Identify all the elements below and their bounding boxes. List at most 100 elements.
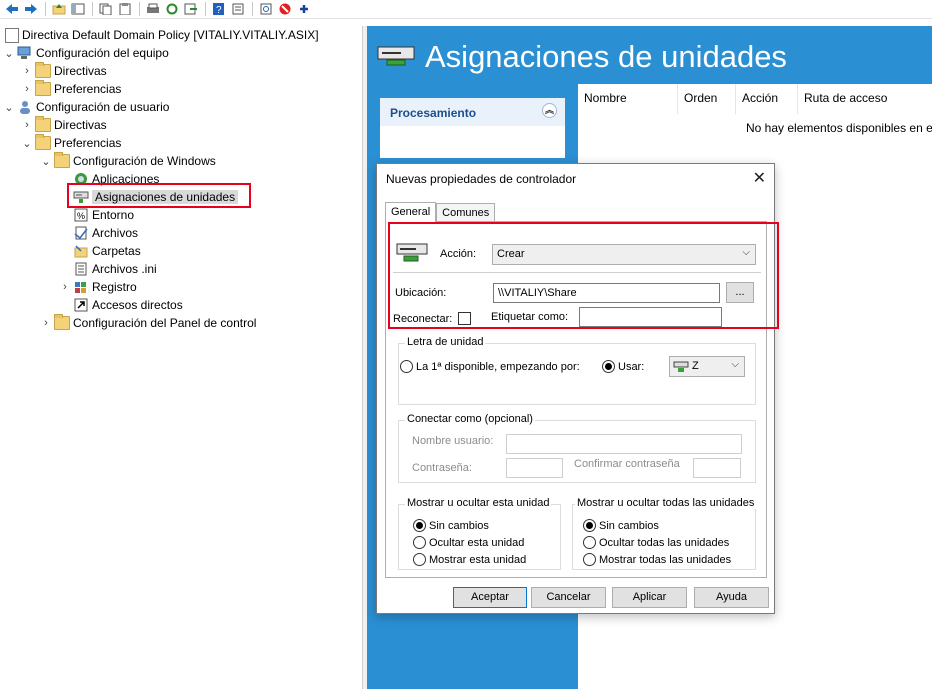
chevron-right-icon[interactable]: › <box>21 83 33 95</box>
registry-icon <box>73 280 89 294</box>
processing-header[interactable]: Procesamiento ︽ <box>380 98 565 126</box>
refresh-icon[interactable] <box>163 2 180 17</box>
hide-all-radio[interactable]: Ocultar todas las unidades <box>583 536 729 549</box>
show-drive-radio[interactable]: Mostrar esta unidad <box>413 553 526 566</box>
tree-item-computer-preferences[interactable]: › Preferencias <box>21 80 121 98</box>
forward-arrow-icon[interactable] <box>22 2 39 17</box>
ok-button[interactable]: Aceptar <box>453 587 527 608</box>
no-change-radio[interactable]: Sin cambios <box>413 519 489 532</box>
apply-button[interactable]: Aplicar <box>612 587 687 608</box>
title-banner: Asignaciones de unidades <box>367 26 932 84</box>
drive-letter-group: Letra de unidad La 1ª disponible, empeza… <box>398 336 756 405</box>
processing-label: Procesamiento <box>390 106 477 120</box>
close-icon[interactable]: ✕ <box>753 168 766 188</box>
radio-icon <box>583 536 596 549</box>
hide-all-label: Ocultar todas las unidades <box>599 536 730 549</box>
tree-item-user-policies[interactable]: › Directivas <box>21 116 107 134</box>
tree-item-label: Configuración del equipo <box>36 46 169 60</box>
chevron-right-icon[interactable]: › <box>21 119 33 131</box>
export-icon[interactable] <box>182 2 199 17</box>
chevron-down-icon[interactable]: ⌄ <box>3 47 15 60</box>
help-icon[interactable]: ? <box>210 2 227 17</box>
tab-common[interactable]: Comunes <box>436 203 496 221</box>
first-available-radio[interactable]: La 1ª disponible, empezando por: <box>400 360 580 373</box>
control-panel-folder-icon <box>54 314 70 330</box>
up-folder-icon[interactable] <box>50 2 67 17</box>
chevron-right-icon[interactable]: › <box>59 281 71 293</box>
hide-show-all-group: Mostrar u ocultar todas las unidades Sin… <box>572 497 757 570</box>
collapse-icon[interactable]: ︽ <box>542 103 557 118</box>
paste-icon[interactable] <box>116 2 133 17</box>
chevron-right-icon[interactable]: › <box>21 65 33 77</box>
chevron-right-icon[interactable]: › <box>40 317 52 329</box>
connect-as-group-title: Conectar como (opcional) <box>405 413 535 425</box>
use-radio[interactable]: Usar: <box>602 360 644 373</box>
tree-item-user-config[interactable]: ⌄ Configuración de usuario <box>3 98 169 116</box>
tree-item-user-preferences[interactable]: ⌄ Preferencias <box>21 134 121 152</box>
username-input[interactable] <box>506 434 742 454</box>
show-hide-tree-icon[interactable] <box>69 2 86 17</box>
password-input[interactable] <box>506 458 563 478</box>
tree-item-computer-config[interactable]: ⌄ Configuración del equipo <box>3 44 169 62</box>
tree-item-label: Archivos <box>92 226 139 240</box>
user-icon <box>17 100 33 114</box>
sync-icon[interactable] <box>257 2 274 17</box>
tree-item-environment[interactable]: % Entorno <box>71 206 134 224</box>
folder-icon <box>35 116 51 132</box>
drive-letter-group-title: Letra de unidad <box>405 336 486 348</box>
page-title: Asignaciones de unidades <box>425 39 787 74</box>
tree-item-folders[interactable]: Carpetas <box>71 242 141 260</box>
toolbar-separator <box>252 2 253 16</box>
tree-item-shortcuts[interactable]: Accesos directos <box>71 296 183 314</box>
add-icon[interactable] <box>295 2 312 17</box>
chevron-down-icon: ⌵ <box>731 359 739 370</box>
column-header-path[interactable]: Ruta de acceso <box>798 84 932 114</box>
dialog-title: Nuevas propiedades de controlador <box>386 172 577 186</box>
radio-icon <box>413 536 426 549</box>
hide-drive-radio[interactable]: Ocultar esta unidad <box>413 536 524 549</box>
stop-icon[interactable] <box>276 2 293 17</box>
tab-general[interactable]: General <box>385 202 437 222</box>
tree-item-computer-policies[interactable]: › Directivas <box>21 62 107 80</box>
column-header-action[interactable]: Acción <box>736 84 798 114</box>
toolbar-separator <box>45 2 46 16</box>
chevron-down-icon[interactable]: ⌄ <box>21 137 33 150</box>
first-available-label: La 1ª disponible, empezando por: <box>416 360 580 373</box>
use-label: Usar: <box>618 360 645 373</box>
tree-item-files[interactable]: Archivos <box>71 224 138 242</box>
copy-icon[interactable] <box>97 2 114 17</box>
chevron-down-icon[interactable]: ⌄ <box>40 155 52 168</box>
folder-icon <box>35 134 51 150</box>
hide-drive-label: Ocultar esta unidad <box>429 536 525 549</box>
drive-letter-value: Z <box>692 360 699 372</box>
show-all-label: Mostrar todas las unidades <box>599 553 732 566</box>
tree-item-label: Configuración del Panel de control <box>73 316 257 330</box>
back-arrow-icon[interactable] <box>3 2 20 17</box>
column-header-order[interactable]: Orden <box>678 84 736 114</box>
no-change-all-radio[interactable]: Sin cambios <box>583 519 659 532</box>
tree-item-registry[interactable]: › Registro <box>59 278 137 296</box>
confirm-password-input[interactable] <box>693 458 741 478</box>
print-icon[interactable] <box>144 2 161 17</box>
folder-icon <box>35 80 51 96</box>
chevron-down-icon[interactable]: ⌄ <box>3 101 15 114</box>
tree-item-label: Accesos directos <box>92 298 183 312</box>
tab-strip: General Comunes <box>385 202 496 222</box>
column-header-name[interactable]: Nombre <box>578 84 678 114</box>
drive-letter-select[interactable]: Z ⌵ <box>669 356 745 377</box>
cancel-button[interactable]: Cancelar <box>531 587 606 608</box>
properties-icon[interactable] <box>229 2 246 17</box>
highlight-box-action-location <box>388 222 779 329</box>
tree-item-ini-files[interactable]: Archivos .ini <box>71 260 157 278</box>
username-label: Nombre usuario: <box>412 435 494 447</box>
help-button[interactable]: Ayuda <box>694 587 769 608</box>
tree-item-control-panel[interactable]: › Configuración del Panel de control <box>40 314 256 332</box>
hide-show-all-group-title: Mostrar u ocultar todas las unidades <box>575 497 757 509</box>
radio-icon <box>413 553 426 566</box>
tree-root[interactable]: Directiva Default Domain Policy [VITALIY… <box>3 26 319 44</box>
tree-item-windows-config[interactable]: ⌄ Configuración de Windows <box>40 152 216 170</box>
radio-icon <box>400 360 413 373</box>
tree-item-label: Configuración de Windows <box>73 154 216 168</box>
show-all-radio[interactable]: Mostrar todas las unidades <box>583 553 731 566</box>
connect-as-group: Conectar como (opcional) Nombre usuario:… <box>398 413 756 483</box>
